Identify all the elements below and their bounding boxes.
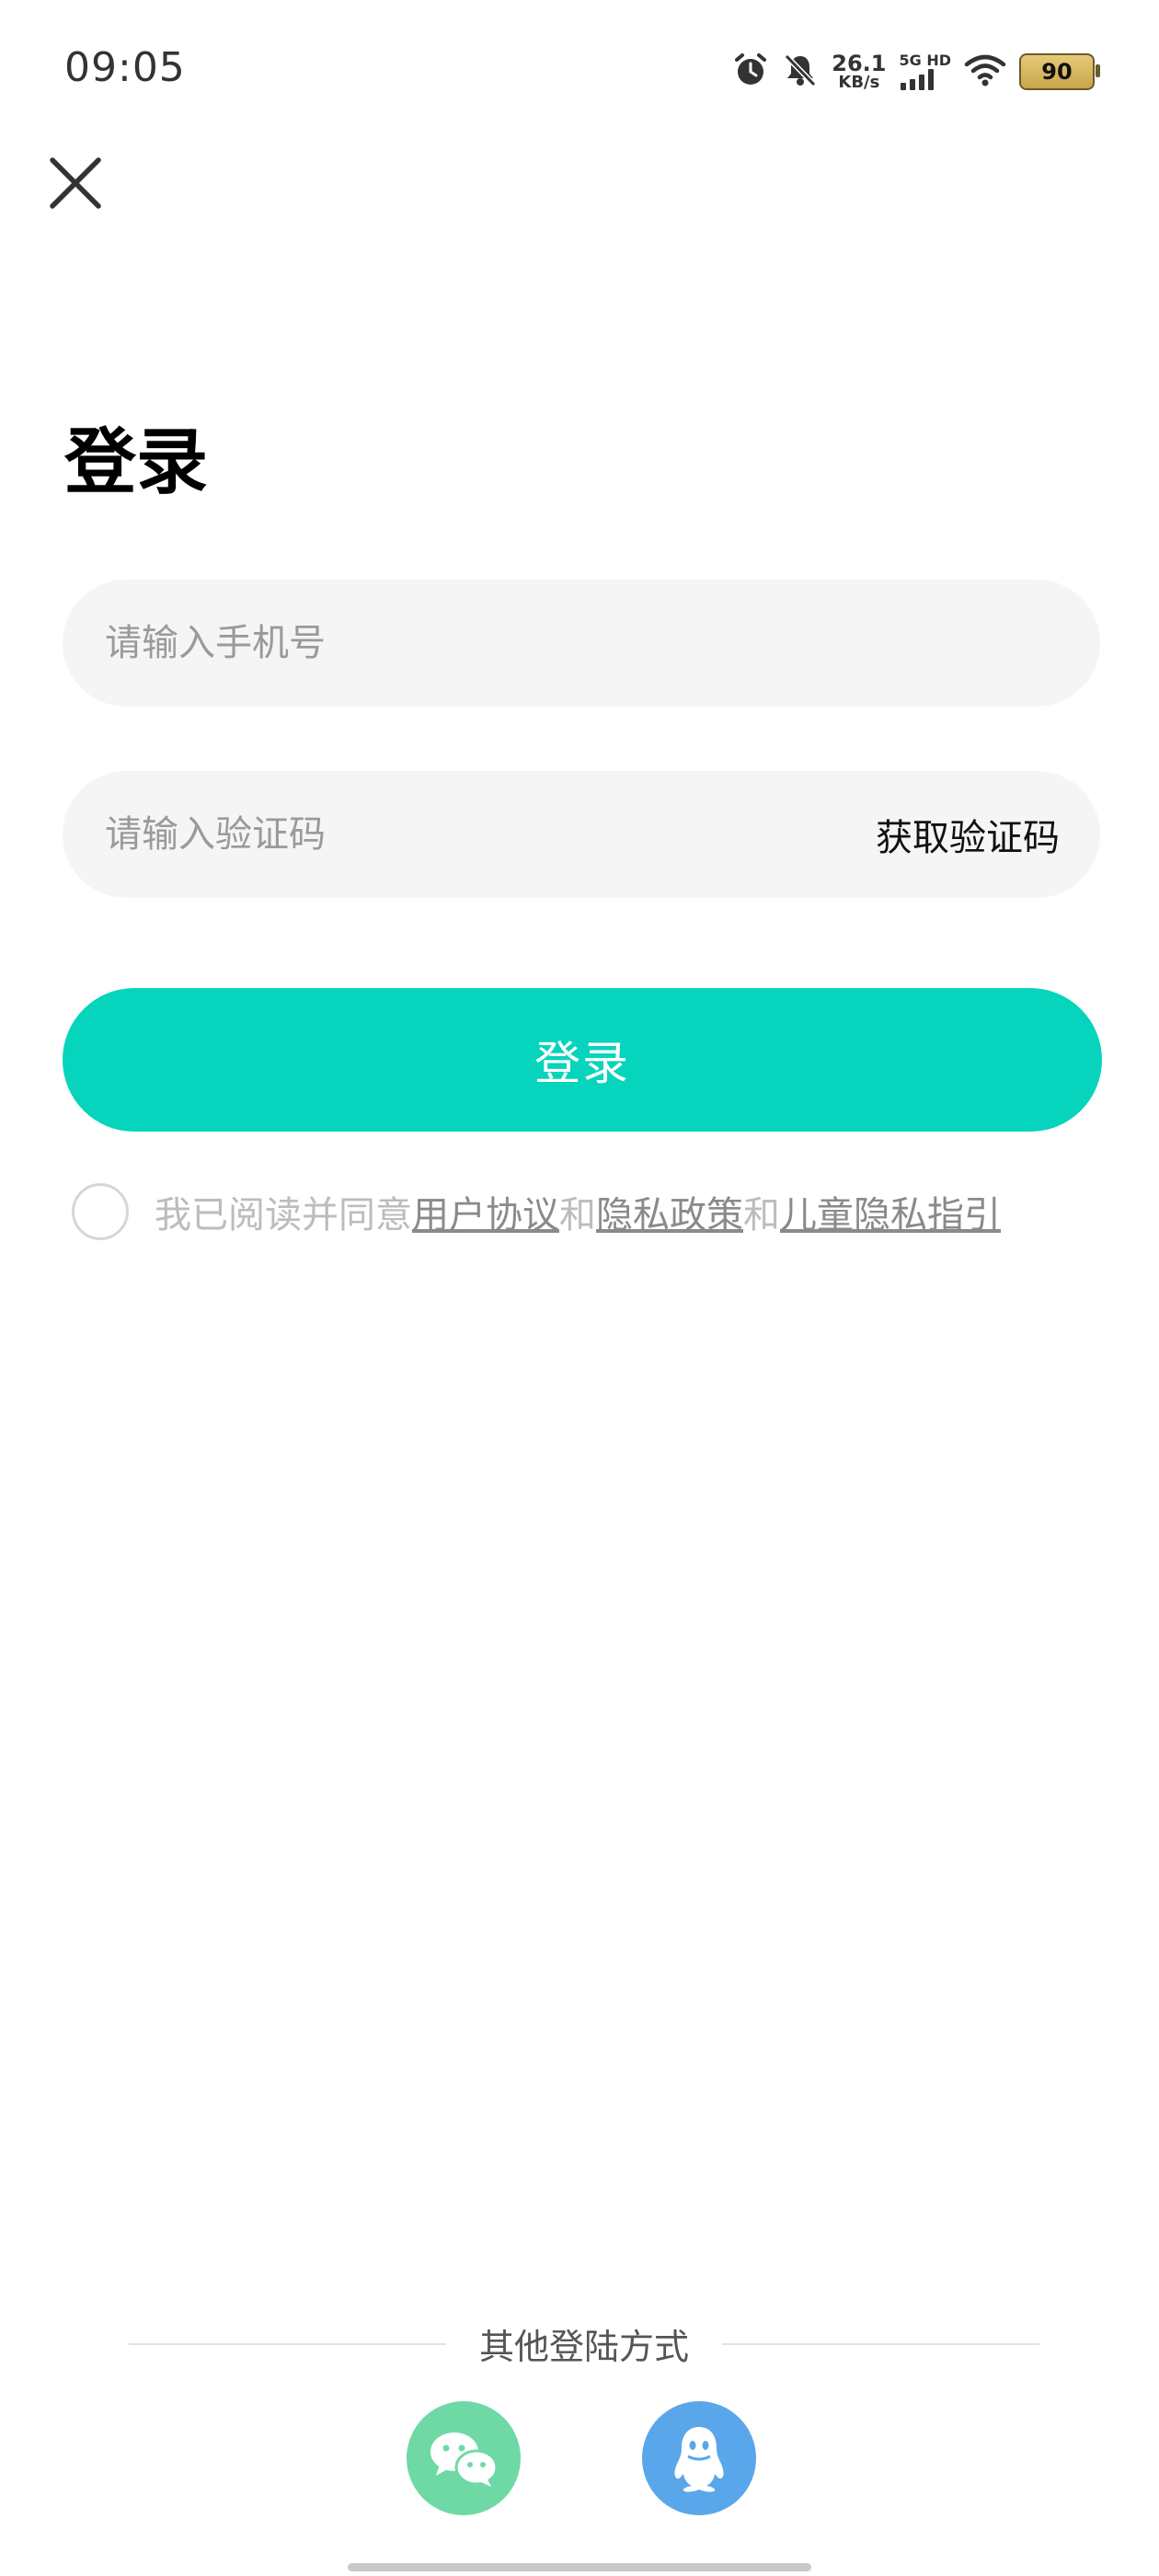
code-input[interactable] <box>103 812 876 857</box>
alarm-icon <box>732 52 769 92</box>
mute-icon <box>782 52 819 92</box>
agreement-text: 我已阅读并同意用户协议和隐私政策和儿童隐私指引 <box>155 1185 1001 1238</box>
status-bar: 09:05 26.1 KB/s 5G HD 90 <box>0 0 1159 138</box>
close-icon <box>50 157 101 209</box>
login-button[interactable]: 登录 <box>63 988 1102 1132</box>
wechat-icon <box>430 2432 499 2487</box>
agreement-sep: 和 <box>559 1194 596 1236</box>
other-login-divider: 其他登陆方式 <box>129 2318 1040 2369</box>
network-indicator: 5G HD <box>899 53 951 90</box>
battery-level: 90 <box>1041 59 1073 85</box>
wifi-icon <box>964 53 1006 90</box>
child-privacy-link[interactable]: 儿童隐私指引 <box>780 1194 1001 1236</box>
agreement-row: 我已阅读并同意用户协议和隐私政策和儿童隐私指引 <box>72 1183 1001 1240</box>
battery-icon: 90 <box>1019 53 1100 90</box>
network-type: 5G HD <box>899 52 951 69</box>
page-title: 登录 <box>64 421 209 504</box>
net-speed-unit: KB/s <box>838 73 880 92</box>
agreement-sep: 和 <box>743 1194 780 1236</box>
qq-icon <box>674 2427 724 2492</box>
wechat-login-button[interactable] <box>407 2401 521 2515</box>
signal-icon <box>901 69 935 90</box>
net-speed: 26.1 KB/s <box>832 52 886 91</box>
phone-field[interactable] <box>63 580 1100 707</box>
agreement-checkbox[interactable] <box>72 1183 129 1240</box>
divider-line <box>129 2342 446 2345</box>
home-indicator[interactable] <box>348 2563 811 2571</box>
privacy-policy-link[interactable]: 隐私政策 <box>596 1194 743 1236</box>
status-icons: 26.1 KB/s 5G HD 90 <box>732 46 1100 98</box>
phone-input[interactable] <box>103 621 1060 665</box>
close-button[interactable] <box>44 152 107 214</box>
qq-login-button[interactable] <box>642 2401 756 2515</box>
status-time: 09:05 <box>64 44 186 91</box>
divider-line <box>722 2342 1040 2345</box>
other-login-label: 其他登陆方式 <box>479 2327 690 2367</box>
code-field[interactable]: 获取验证码 <box>63 771 1100 898</box>
net-speed-value: 26.1 <box>832 51 887 76</box>
user-agreement-link[interactable]: 用户协议 <box>412 1194 559 1236</box>
agreement-prefix: 我已阅读并同意 <box>155 1194 412 1236</box>
get-code-button[interactable]: 获取验证码 <box>876 808 1060 861</box>
